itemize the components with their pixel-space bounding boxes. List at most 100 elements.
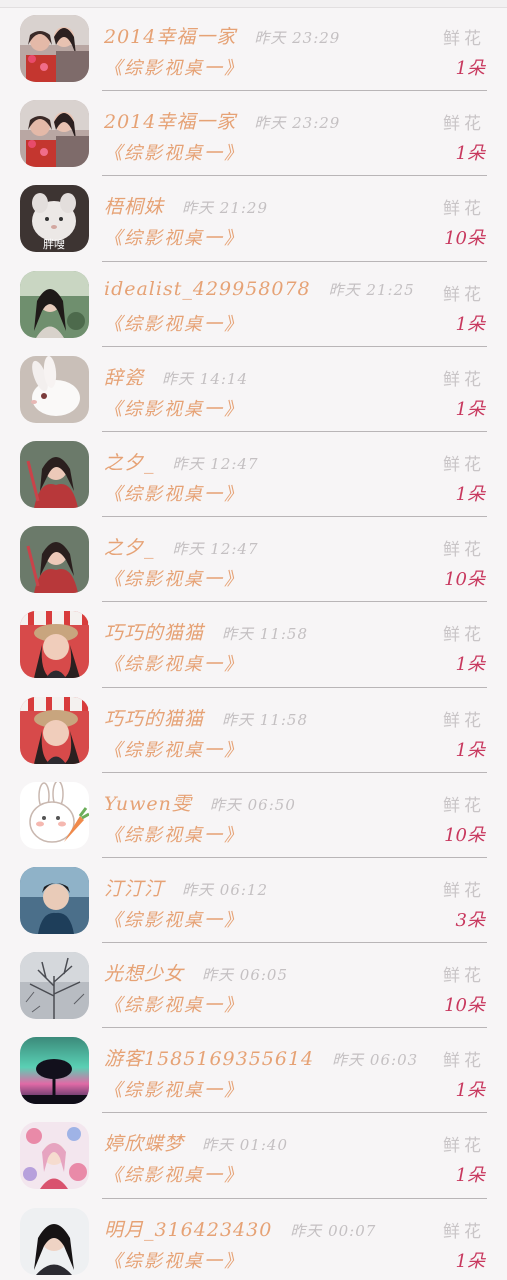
gift-amount: 1朵 [455,1250,485,1272]
white-rabbit-photo-icon [20,355,89,423]
gift-row[interactable]: 辞瓷 昨天 14:14 鲜花 《综影视桌一》 1朵 [0,349,507,434]
gift-time: 昨天 01:40 [202,1136,289,1155]
gift-row[interactable]: 2014幸福一家 昨天 23:29 鲜花 《综影视桌一》 1朵 [0,8,507,93]
user-name[interactable]: 之夕_ [104,533,155,560]
avatar[interactable] [20,1037,89,1105]
gift-type: 鲜花 [443,966,485,987]
book-title[interactable]: 《综影视桌一》 [104,310,244,336]
gift-amount: 1朵 [455,739,485,761]
gift-row[interactable]: 巧巧的猫猫 昨天 11:58 鲜花 《综影视桌一》 1朵 [0,690,507,775]
gift-amount: 10朵 [444,995,485,1017]
gift-amount: 1朵 [455,1165,485,1187]
gift-type: 鲜花 [443,625,485,646]
gift-row[interactable]: 婷欣蝶梦 昨天 01:40 鲜花 《综影视桌一》 1朵 [0,1115,507,1200]
costume-girl-photo-icon [20,440,89,508]
gift-time: 昨天 23:29 [254,29,341,47]
user-name[interactable]: 巧巧的猫猫 [104,618,204,645]
gift-amount: 1朵 [455,313,485,335]
gift-time: 昨天 21:29 [182,199,269,218]
gift-amount: 10朵 [444,824,485,846]
gift-type: 鲜花 [443,284,485,305]
book-title[interactable]: 《综影视桌一》 [104,991,244,1017]
user-name[interactable]: 之夕_ [104,448,155,475]
gift-row[interactable]: 光想少女 昨天 06:05 鲜花 《综影视桌一》 10朵 [0,945,507,1030]
user-name[interactable]: 婷欣蝶梦 [104,1129,184,1156]
avatar[interactable] [20,526,89,594]
book-title[interactable]: 《综影视桌一》 [104,224,244,250]
gift-amount: 10朵 [444,569,485,591]
user-name[interactable]: Yuwen雯 [104,789,192,816]
girl-with-hat-photo-icon [20,611,89,679]
book-title[interactable]: 《综影视桌一》 [104,480,244,506]
gift-time: 昨天 14:14 [162,369,249,388]
divider [102,175,487,177]
user-name[interactable]: 汀汀汀 [104,874,164,901]
gift-time: 昨天 23:29 [254,114,341,133]
book-title[interactable]: 《综影视桌一》 [104,1247,244,1273]
divider [102,345,487,347]
book-title[interactable]: 《综影视桌一》 [104,395,244,421]
cartoon-bunny-carrot-icon [20,781,89,849]
user-name[interactable]: 2014幸福一家 [104,22,236,49]
user-name[interactable]: 辞瓷 [104,363,144,390]
avatar[interactable] [20,1207,89,1275]
user-name[interactable]: 光想少女 [104,959,184,986]
gift-row[interactable]: 明月_316423430 昨天 00:07 鲜花 《综影视桌一》 1朵 [0,1201,507,1280]
user-name[interactable]: 2014幸福一家 [104,107,236,134]
gift-type: 鲜花 [443,199,485,220]
avatar[interactable] [20,952,89,1020]
book-title[interactable]: 《综影视桌一》 [104,565,244,591]
gift-row[interactable]: 汀汀汀 昨天 06:12 鲜花 《综影视桌一》 3朵 [0,860,507,945]
gift-row[interactable]: 之夕_ 昨天 12:47 鲜花 《综影视桌一》 10朵 [0,519,507,604]
avatar[interactable] [20,781,89,849]
gift-amount: 1朵 [455,143,485,165]
gift-amount: 1朵 [455,483,485,505]
gift-type: 鲜花 [443,795,485,816]
avatar[interactable] [20,611,89,679]
avatar[interactable] [20,100,89,168]
user-name[interactable]: idealist_429958078 [104,278,311,300]
divider [102,686,487,688]
user-name[interactable]: 明月_316423430 [104,1215,272,1242]
avatar[interactable] [20,866,89,934]
gift-time: 昨天 12:47 [172,454,259,473]
avatar-caption: 胖嗖 [43,238,65,251]
gift-row[interactable]: 游客1585169355614 昨天 06:03 鲜花 《综影视桌一》 1朵 [0,1030,507,1115]
divider [102,1112,487,1114]
divider [102,430,487,432]
book-title[interactable]: 《综影视桌一》 [104,906,244,932]
gift-type: 鲜花 [443,114,485,135]
divider [102,516,487,518]
user-name[interactable]: 游客1585169355614 [104,1044,314,1071]
gift-row[interactable]: 2014幸福一家 昨天 23:29 鲜花 《综影视桌一》 1朵 [0,93,507,178]
avatar[interactable] [20,696,89,764]
avatar[interactable]: 胖嗖 [20,185,89,253]
book-title[interactable]: 《综影视桌一》 [104,650,244,676]
gift-row[interactable]: idealist_429958078 昨天 21:25 鲜花 《综影视桌一》 1… [0,264,507,349]
divider [102,1027,487,1029]
gift-type: 鲜花 [443,710,485,731]
avatar[interactable] [20,440,89,508]
book-title[interactable]: 《综影视桌一》 [104,1076,244,1102]
avatar[interactable] [20,1122,89,1190]
user-name[interactable]: 巧巧的猫猫 [104,704,204,731]
avatar[interactable] [20,355,89,423]
girl-in-forest-photo-icon [20,270,89,338]
gift-amount: 1朵 [455,654,485,676]
gift-row[interactable]: 巧巧的猫猫 昨天 11:58 鲜花 《综影视桌一》 1朵 [0,604,507,689]
gift-row[interactable]: 胖嗖 梧桐妹 昨天 21:29 鲜花 《综影视桌一》 10朵 [0,178,507,263]
gift-type: 鲜花 [443,540,485,561]
user-name[interactable]: 梧桐妹 [104,192,164,219]
book-title[interactable]: 《综影视桌一》 [104,821,244,847]
book-title[interactable]: 《综影视桌一》 [104,54,244,80]
gift-list[interactable]: 2014幸福一家 昨天 23:29 鲜花 《综影视桌一》 1朵 2014幸福一家 [0,8,507,1280]
book-title[interactable]: 《综影视桌一》 [104,1161,244,1187]
couple-photo-icon [20,15,89,82]
book-title[interactable]: 《综影视桌一》 [104,736,244,762]
gift-row[interactable]: 之夕_ 昨天 12:47 鲜花 《综影视桌一》 1朵 [0,434,507,519]
book-title[interactable]: 《综影视桌一》 [104,139,244,165]
avatar[interactable] [20,270,89,338]
avatar[interactable] [20,15,89,82]
anime-flowers-art-icon [20,1122,89,1190]
gift-row[interactable]: Yuwen雯 昨天 06:50 鲜花 《综影视桌一》 10朵 [0,775,507,860]
